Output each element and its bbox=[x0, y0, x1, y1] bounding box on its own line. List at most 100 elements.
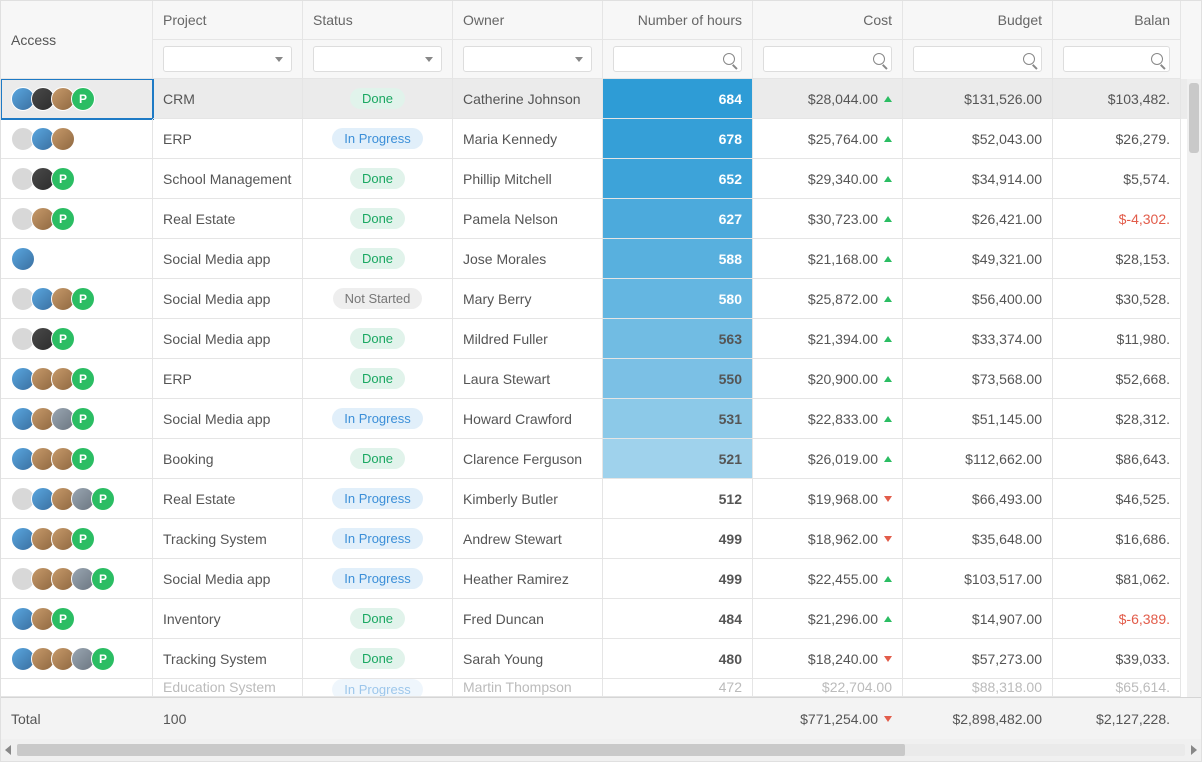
cell-cost: $25,872.00 bbox=[753, 279, 903, 319]
cell-hours: 499 bbox=[603, 519, 753, 559]
header-balance[interactable]: Balan bbox=[1053, 1, 1181, 40]
table-row[interactable]: PReal EstateDonePamela Nelson627$30,723.… bbox=[1, 199, 1201, 239]
cell-access[interactable]: P bbox=[1, 359, 153, 399]
scroll-left-icon[interactable] bbox=[5, 745, 11, 755]
cell-balance: $26,279. bbox=[1053, 119, 1181, 159]
cell-project: Social Media app bbox=[153, 239, 303, 279]
footer-label: Total bbox=[1, 698, 153, 739]
footer-balance: $2,127,228. bbox=[1053, 698, 1181, 739]
arrow-up-icon bbox=[884, 256, 892, 262]
filter-hours[interactable] bbox=[613, 46, 742, 72]
filter-owner[interactable] bbox=[463, 46, 592, 72]
data-grid: Access Project Status Owner Number of ho… bbox=[0, 0, 1202, 762]
table-row[interactable]: PERPDoneLaura Stewart550$20,900.00$73,56… bbox=[1, 359, 1201, 399]
cell-balance: $30,528. bbox=[1053, 279, 1181, 319]
vertical-scrollbar-thumb[interactable] bbox=[1189, 83, 1199, 153]
cell-access[interactable]: P bbox=[1, 439, 153, 479]
cell-owner: Jose Morales bbox=[453, 239, 603, 279]
cell-access[interactable]: P bbox=[1, 639, 153, 679]
cell-status: In Progress bbox=[303, 559, 453, 599]
scroll-right-icon[interactable] bbox=[1191, 745, 1197, 755]
status-badge: Done bbox=[350, 168, 405, 189]
cell-access[interactable]: P bbox=[1, 599, 153, 639]
cell-access[interactable] bbox=[1, 239, 153, 279]
cell-budget: $66,493.00 bbox=[903, 479, 1053, 519]
cell-owner: Kimberly Butler bbox=[453, 479, 603, 519]
cell-status: Not Started bbox=[303, 279, 453, 319]
filter-budget[interactable] bbox=[913, 46, 1042, 72]
status-badge: In Progress bbox=[332, 568, 422, 589]
cell-cost: $30,723.00 bbox=[753, 199, 903, 239]
cell-status: In Progress bbox=[303, 119, 453, 159]
table-row[interactable]: PSchool ManagementDonePhillip Mitchell65… bbox=[1, 159, 1201, 199]
cell-access[interactable]: P bbox=[1, 399, 153, 439]
cell-access[interactable]: P bbox=[1, 519, 153, 559]
cell-balance: $28,312. bbox=[1053, 399, 1181, 439]
status-badge: Done bbox=[350, 328, 405, 349]
cell-status: Done bbox=[303, 319, 453, 359]
table-row[interactable]: PCRMDoneCatherine Johnson684$28,044.00$1… bbox=[1, 79, 1201, 119]
arrow-up-icon bbox=[884, 296, 892, 302]
cell-balance: $86,643. bbox=[1053, 439, 1181, 479]
cell-hours: 499 bbox=[603, 559, 753, 599]
cell-project: Booking bbox=[153, 439, 303, 479]
cell-project: ERP bbox=[153, 119, 303, 159]
cell-access[interactable] bbox=[1, 119, 153, 159]
table-row[interactable]: PSocial Media appIn ProgressHoward Crawf… bbox=[1, 399, 1201, 439]
table-row[interactable]: PInventoryDoneFred Duncan484$21,296.00$1… bbox=[1, 599, 1201, 639]
grid-body[interactable]: PCRMDoneCatherine Johnson684$28,044.00$1… bbox=[1, 79, 1201, 697]
cell-status: In Progress bbox=[303, 479, 453, 519]
cell-balance: $81,062. bbox=[1053, 559, 1181, 599]
table-row[interactable]: ERPIn ProgressMaria Kennedy678$25,764.00… bbox=[1, 119, 1201, 159]
table-row[interactable]: Social Media appDoneJose Morales588$21,1… bbox=[1, 239, 1201, 279]
table-row[interactable]: PTracking SystemIn ProgressAndrew Stewar… bbox=[1, 519, 1201, 559]
filter-balance[interactable] bbox=[1063, 46, 1170, 72]
header-cost[interactable]: Cost bbox=[753, 1, 903, 40]
public-badge-icon: P bbox=[51, 607, 75, 631]
cell-access[interactable]: P bbox=[1, 279, 153, 319]
table-row[interactable]: PSocial Media appIn ProgressHeather Rami… bbox=[1, 559, 1201, 599]
arrow-down-icon bbox=[884, 716, 892, 722]
status-badge: Done bbox=[350, 208, 405, 229]
table-row[interactable]: PBookingDoneClarence Ferguson521$26,019.… bbox=[1, 439, 1201, 479]
filter-status[interactable] bbox=[313, 46, 442, 72]
cell-project: Tracking System bbox=[153, 519, 303, 559]
cell-access[interactable]: P bbox=[1, 79, 153, 119]
header-status[interactable]: Status bbox=[303, 1, 453, 40]
cell-status: Done bbox=[303, 239, 453, 279]
cell-status: In Progress bbox=[303, 519, 453, 559]
filter-project[interactable] bbox=[163, 46, 292, 72]
status-badge: Not Started bbox=[333, 288, 423, 309]
table-row[interactable]: Education SystemIn ProgressMartin Thomps… bbox=[1, 679, 1201, 697]
arrow-up-icon bbox=[884, 376, 892, 382]
cell-access[interactable]: P bbox=[1, 479, 153, 519]
table-row[interactable]: PReal EstateIn ProgressKimberly Butler51… bbox=[1, 479, 1201, 519]
cell-balance: $28,153. bbox=[1053, 239, 1181, 279]
header-project[interactable]: Project bbox=[153, 1, 303, 40]
filter-cost[interactable] bbox=[763, 46, 892, 72]
cell-access[interactable]: P bbox=[1, 159, 153, 199]
header-hours[interactable]: Number of hours bbox=[603, 1, 753, 40]
cell-budget: $56,400.00 bbox=[903, 279, 1053, 319]
header-access[interactable]: Access bbox=[1, 1, 153, 79]
cell-cost: $18,240.00 bbox=[753, 639, 903, 679]
cell-owner: Clarence Ferguson bbox=[453, 439, 603, 479]
cell-access[interactable]: P bbox=[1, 199, 153, 239]
horizontal-scrollbar-thumb[interactable] bbox=[17, 744, 905, 756]
horizontal-scrollbar[interactable] bbox=[1, 739, 1201, 761]
cell-access[interactable]: P bbox=[1, 559, 153, 599]
horizontal-scrollbar-track[interactable] bbox=[17, 744, 1185, 756]
table-row[interactable]: PTracking SystemDoneSarah Young480$18,24… bbox=[1, 639, 1201, 679]
public-badge-icon: P bbox=[71, 527, 95, 551]
vertical-scrollbar[interactable] bbox=[1187, 79, 1201, 697]
table-row[interactable]: PSocial Media appNot StartedMary Berry58… bbox=[1, 279, 1201, 319]
header-budget[interactable]: Budget bbox=[903, 1, 1053, 40]
cell-project: ERP bbox=[153, 359, 303, 399]
header-owner[interactable]: Owner bbox=[453, 1, 603, 40]
status-badge: In Progress bbox=[332, 488, 422, 509]
cell-owner: Catherine Johnson bbox=[453, 79, 603, 119]
table-row[interactable]: PSocial Media appDoneMildred Fuller563$2… bbox=[1, 319, 1201, 359]
cell-access[interactable]: P bbox=[1, 319, 153, 359]
cell-project: Inventory bbox=[153, 599, 303, 639]
cell-balance: $-6,389. bbox=[1053, 599, 1181, 639]
